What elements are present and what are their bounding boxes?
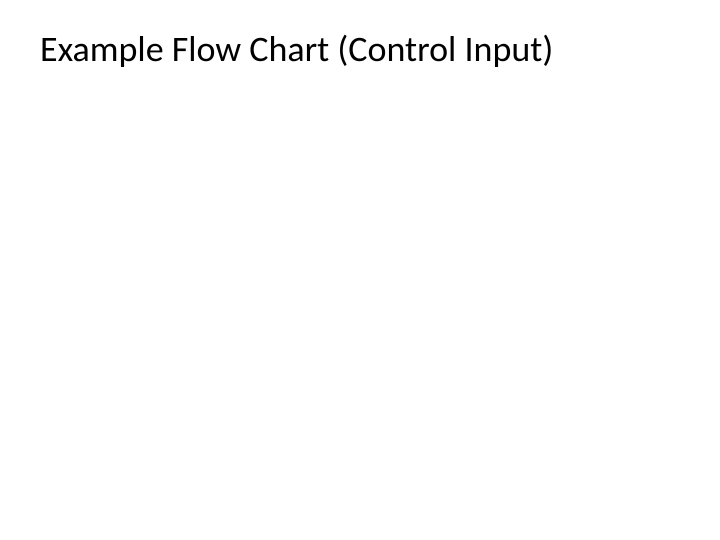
slide-container: Example Flow Chart (Control Input) <box>0 0 720 540</box>
slide-title: Example Flow Chart (Control Input) <box>40 28 680 71</box>
